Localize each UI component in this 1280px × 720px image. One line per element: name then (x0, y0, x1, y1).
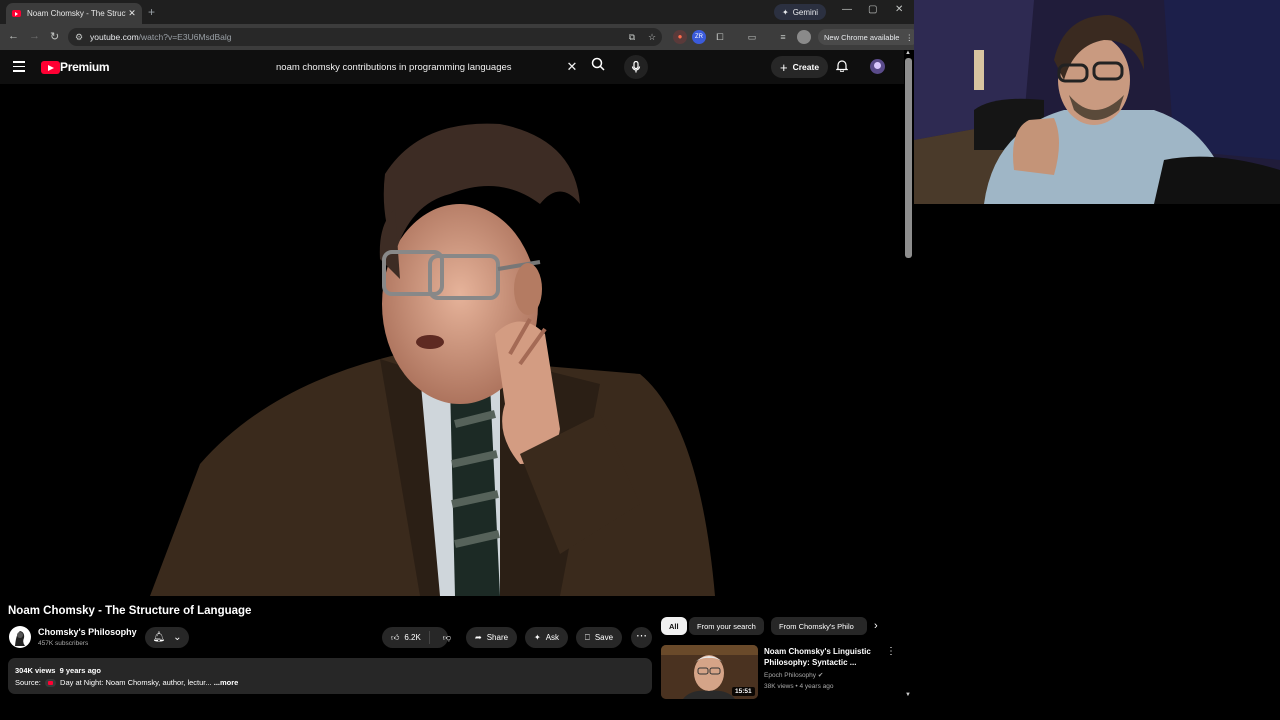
chevron-down-icon: ⌄ (173, 632, 182, 643)
bookmark-star-icon[interactable]: ☆ (642, 32, 662, 43)
microphone-icon (631, 60, 641, 73)
voice-search-button[interactable] (624, 55, 648, 79)
page-scrollbar[interactable] (905, 58, 912, 258)
tab-title: Noam Chomsky - The Structure (27, 9, 126, 18)
hamburger-menu-icon[interactable] (13, 61, 25, 75)
webcam-overlay (914, 0, 1280, 204)
youtube-logo-icon[interactable] (41, 61, 60, 74)
recommended-channel: Epoch Philosophy ✔ (764, 672, 824, 679)
scroll-down-arrow-icon[interactable]: ▼ (905, 692, 911, 698)
verified-badge-icon: ✔ (817, 672, 824, 679)
gemini-button[interactable]: ✦ Gemini (774, 4, 827, 20)
like-dislike-group: 👍︎ 6.2K 👎︎ (382, 627, 451, 648)
ask-button[interactable]: ✦ Ask (525, 627, 569, 648)
reload-icon[interactable]: ↻ (50, 30, 59, 43)
search-query[interactable]: noam chomsky contributions in programmin… (266, 62, 560, 73)
notifications-bell-icon[interactable] (835, 59, 849, 75)
youtube-favicon-icon (12, 10, 21, 17)
like-count: 6.2K (404, 633, 421, 642)
chrome-menu-icon[interactable]: ⋮ (905, 33, 913, 42)
dislike-button[interactable]: 👎︎ (435, 633, 459, 643)
new-chrome-available-button[interactable]: New Chrome available ⋮ (818, 29, 919, 45)
url-text: youtube.com/watch?v=E3U6MsdBalg (90, 32, 232, 42)
tab-close-icon[interactable]: ✕ (126, 8, 138, 19)
profile-icon[interactable] (797, 30, 811, 44)
description-box[interactable]: 304K views 9 years ago Source: Day at Ni… (8, 658, 652, 694)
channel-avatar[interactable] (9, 626, 31, 648)
sparkle-icon: ✦ (534, 633, 541, 642)
extension-zr-icon[interactable]: ZR (692, 30, 706, 44)
share-icon: ➦ (475, 633, 482, 642)
site-info-icon[interactable]: ⚙ (68, 32, 90, 43)
show-more-link[interactable]: ...more (214, 678, 239, 687)
video-duration-badge: 15:51 (732, 687, 755, 696)
share-label: Share (486, 633, 509, 642)
clear-search-icon[interactable]: ✕ (560, 59, 584, 75)
extensions-puzzle-icon[interactable]: ⧠ (713, 30, 727, 44)
thumbs-down-icon: 👎︎ (442, 632, 451, 642)
minimize-icon[interactable]: — (842, 4, 852, 15)
new-chrome-label: New Chrome available (824, 32, 900, 42)
subscriber-count: 457K subscribers (38, 640, 89, 647)
scroll-up-arrow-icon[interactable]: ▲ (905, 50, 911, 56)
webcam-image (914, 0, 1280, 204)
more-actions-icon[interactable]: ⋯ (631, 627, 652, 648)
install-app-icon[interactable]: ⧉ (622, 32, 642, 43)
subscribed-button[interactable]: 🔔︎ ⌄ (145, 627, 189, 648)
youtube-source-icon (44, 679, 56, 688)
channel-name[interactable]: Chomsky's Philosophy (38, 627, 137, 637)
chips-next-chevron-icon[interactable]: › (874, 620, 878, 632)
search-icon (591, 57, 605, 71)
account-avatar[interactable] (870, 59, 885, 74)
video-frame-image (150, 123, 715, 596)
window-close-icon[interactable]: ✕ (895, 4, 903, 15)
video-player[interactable] (0, 84, 904, 596)
bookmark-icon: ⎕ (585, 632, 590, 642)
recommended-menu-icon[interactable]: ⋮ (886, 646, 896, 657)
bell-icon: 🔔︎ (152, 632, 166, 643)
forward-icon[interactable]: → (29, 30, 40, 42)
create-label: Create (792, 62, 820, 72)
gemini-label: Gemini (792, 7, 819, 17)
sparkle-icon: ✦ (782, 7, 789, 17)
chip-from-channel[interactable]: From Chomsky's Philo (771, 617, 867, 635)
view-stats: 304K views 9 years ago (15, 666, 101, 675)
search-input[interactable]: noam chomsky contributions in programmin… (266, 55, 584, 79)
maximize-icon[interactable]: ▢ (868, 4, 877, 15)
browser-tab[interactable]: Noam Chomsky - The Structure ✕ (6, 3, 142, 24)
reading-list-icon[interactable]: ≡ (776, 30, 790, 44)
save-label: Save (594, 633, 614, 642)
search-button[interactable] (586, 55, 610, 79)
new-tab-button[interactable]: + (148, 5, 155, 19)
extension-icon[interactable]: ● (673, 30, 687, 44)
save-button[interactable]: ⎕ Save (576, 627, 623, 648)
source-link[interactable]: Day at Night: Noam Chomsky, author, lect… (60, 678, 212, 687)
like-button[interactable]: 👍︎ 6.2K (382, 631, 430, 644)
ask-label: Ask (545, 633, 560, 642)
back-icon[interactable]: ← (8, 30, 19, 42)
video-title: Noam Chomsky - The Structure of Language (8, 605, 252, 617)
thumbs-up-icon: 👍︎ (391, 632, 400, 642)
cast-icon[interactable]: ▭ (745, 30, 759, 44)
plus-icon: + (780, 59, 788, 75)
recommended-meta: 38K views • 4 years ago (764, 683, 834, 690)
share-button[interactable]: ➦ Share (466, 627, 518, 648)
youtube-premium-wordmark[interactable]: Premium (60, 60, 110, 74)
chip-from-your-search[interactable]: From your search (689, 617, 764, 635)
chip-all[interactable]: All (661, 617, 687, 635)
description-source: Source: Day at Night: Noam Chomsky, auth… (15, 678, 239, 688)
recommended-title[interactable]: Noam Chomsky's Linguistic Philosophy: Sy… (764, 646, 882, 668)
address-bar[interactable]: ⚙ youtube.com/watch?v=E3U6MsdBalg ⧉ ☆ (68, 28, 662, 46)
create-button[interactable]: + Create (771, 56, 829, 78)
